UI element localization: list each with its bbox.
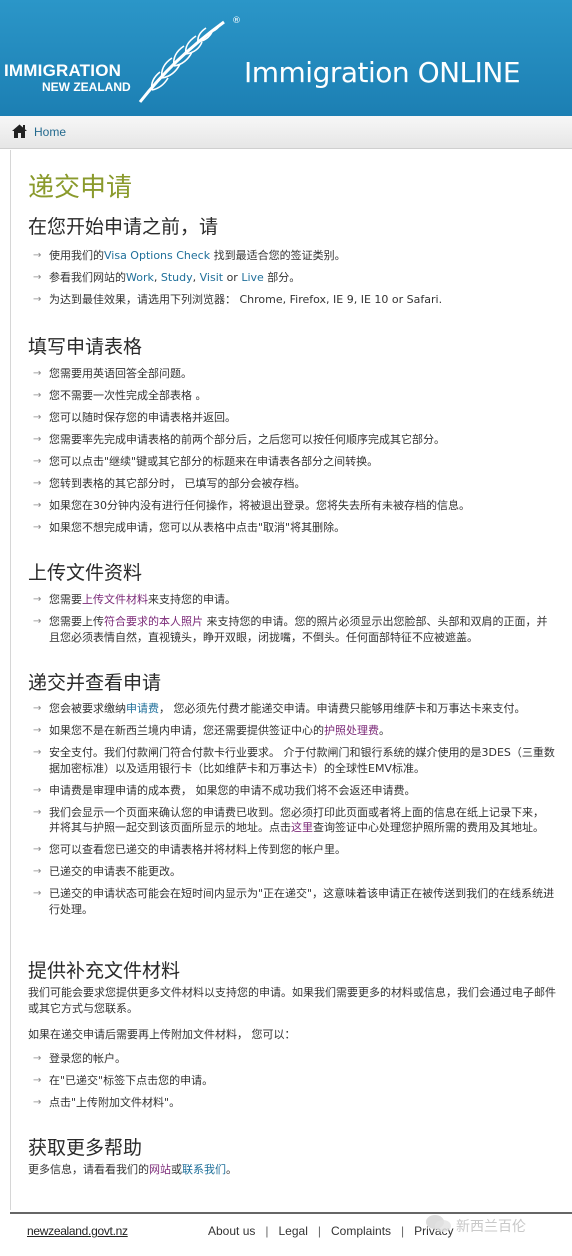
list-item: 您可以点击"继续"键或其它部分的标题来在申请表各部分之间转换。 <box>33 454 555 470</box>
list-item: 您需要上传符合要求的本人照片 来支持您的申请。您的照片必须显示出您脸部、头部和双… <box>33 614 555 645</box>
text: , <box>153 271 161 284</box>
breadcrumb-home-link[interactable]: Home <box>34 125 66 139</box>
heading-supplementary-docs: 提供补充文件材料 <box>28 960 181 982</box>
text: 您需要上传 <box>49 615 104 628</box>
help-paragraph: 更多信息，请看看我们的网站或联系我们。 <box>28 1162 558 1178</box>
list-item: 我们会显示一个页面来确认您的申请费已收到。您必须打印此页面或者将上面的信息在纸上… <box>33 805 555 836</box>
breadcrumb: Home <box>0 116 572 149</box>
text: 如果您不是在新西兰境内申请，您还需要提供签证中心的 <box>49 724 324 737</box>
contact-us-link[interactable]: 联系我们 <box>182 1163 226 1176</box>
list-item: 如果您不想完成申请，您可以从表格中点击"取消"将其删除。 <box>33 520 555 536</box>
work-link[interactable]: Work <box>126 271 154 284</box>
list-item: 如果您在30分钟内没有进行任何操作，将被退出登录。您将失去所有未被存档的信息。 <box>33 498 555 514</box>
main-content: 递交申请 在您开始申请之前，请 使用我们的Visa Options Check … <box>10 150 571 1210</box>
heading-more-help: 获取更多帮助 <box>28 1137 143 1159</box>
footer-complaints-link[interactable]: Complaints <box>331 1224 391 1238</box>
text: 部分。 <box>263 271 301 284</box>
list-item: 参看我们网站的Work, Study, Visit or Live 部分。 <box>33 270 555 286</box>
text: or <box>223 271 242 284</box>
list-item: 登录您的帐户。 <box>33 1051 555 1067</box>
text: 。 <box>226 1163 237 1176</box>
list-item: 您需要上传文件材料来支持您的申请。 <box>33 592 555 608</box>
site-title: Immigration ONLINE <box>244 56 521 89</box>
heading-fill-form: 填写申请表格 <box>28 336 143 358</box>
text: 或 <box>171 1163 182 1176</box>
list-item: 为达到最佳效果，请选用下列浏览器： Chrome, Firefox, IE 9,… <box>33 292 555 308</box>
passport-fee-link[interactable]: 护照处理费 <box>324 724 379 737</box>
supplementary-paragraph-2: 如果在递交申请后需要再上传附加文件材料， 您可以： <box>28 1028 296 1041</box>
wechat-watermark-icon <box>426 1215 451 1232</box>
footer-separator: | <box>265 1224 269 1238</box>
list-item: 您转到表格的其它部分时， 已填写的部分会被存档。 <box>33 476 555 492</box>
text: ， 您必须先付费才能递交申请。申请费只能够用维萨卡和万事达卡来支付。 <box>159 702 526 715</box>
text: 您会被要求缴纳 <box>49 702 126 715</box>
text: 您需要 <box>49 593 82 606</box>
list-item: 您需要率先完成申请表格的前两个部分后，之后您可以按任何顺序完成其它部分。 <box>33 432 555 448</box>
newzealand-govt-logo[interactable]: newzealand.govt.nz <box>27 1224 128 1238</box>
list-upload-documents: 您需要上传文件材料来支持您的申请。 您需要上传符合要求的本人照片 来支持您的申请… <box>33 592 555 652</box>
upload-documents-link[interactable]: 上传文件材料 <box>82 593 148 606</box>
visit-link[interactable]: Visit <box>200 271 223 284</box>
visa-options-check-link[interactable]: Visa Options Check <box>104 249 210 262</box>
list-supplementary-steps: 登录您的帐户。 在"已递交"标签下点击您的申请。 点击"上传附加文件材料"。 <box>33 1051 555 1117</box>
list-item: 使用我们的Visa Options Check 找到最适合您的签证类别。 <box>33 248 555 264</box>
here-link[interactable]: 这里 <box>291 821 313 834</box>
list-item: 点击"上传附加文件材料"。 <box>33 1095 555 1111</box>
watermark-label: 新西兰百伦 <box>456 1219 526 1235</box>
footer-links: About us | Legal | Complaints | Privacy <box>208 1224 454 1238</box>
photo-requirements-link[interactable]: 符合要求的本人照片 <box>104 615 203 628</box>
silver-fern-icon <box>138 20 225 103</box>
site-header: ® IMMIGRATION NEW ZEALAND Immigration ON… <box>0 0 572 116</box>
list-fill-form: 您需要用英语回答全部问题。 您不需要一次性完成全部表格 。 您可以随时保存您的申… <box>33 366 555 542</box>
immigration-nz-logo[interactable]: ® IMMIGRATION NEW ZEALAND <box>0 14 241 106</box>
list-item: 您不需要一次性完成全部表格 。 <box>33 388 555 404</box>
list-item: 您需要用英语回答全部问题。 <box>33 366 555 382</box>
list-item: 您会被要求缴纳申请费， 您必须先付费才能递交申请。申请费只能够用维萨卡和万事达卡… <box>33 701 555 717</box>
footer-separator: | <box>317 1224 321 1238</box>
heading-before-you-start: 在您开始申请之前，请 <box>28 216 219 238</box>
logo-text-immigration: IMMIGRATION <box>4 61 122 80</box>
text: 参看我们网站的 <box>49 271 126 284</box>
list-item: 如果您不是在新西兰境内申请，您还需要提供签证中心的护照处理费。 <box>33 723 555 739</box>
live-link[interactable]: Live <box>241 271 263 284</box>
registered-mark: ® <box>232 16 241 26</box>
list-item: 已递交的申请表不能更改。 <box>33 864 555 880</box>
website-link[interactable]: 网站 <box>149 1163 171 1176</box>
page-title: 递交申请 <box>28 173 133 203</box>
watermark-text: 新西兰百伦 <box>456 1216 572 1240</box>
footer-legal-link[interactable]: Legal <box>279 1224 308 1238</box>
text: 来支持您的申请。 <box>148 593 236 606</box>
text: 。 <box>379 724 390 737</box>
application-fee-link[interactable]: 申请费 <box>126 702 159 715</box>
list-submit-view: 您会被要求缴纳申请费， 您必须先付费才能递交申请。申请费只能够用维萨卡和万事达卡… <box>33 701 555 924</box>
list-item: 安全支付。我们付款闸门符合付款卡行业要求。 介于付款闸门和银行系统的媒介使用的是… <box>33 745 555 776</box>
list-item: 申请费是审理申请的成本费， 如果您的申请不成功我们将不会返还申请费。 <box>33 783 555 799</box>
text: 找到最适合您的签证类别。 <box>210 249 346 262</box>
list-item: 您可以查看您已递交的申请表格并将材料上传到您的帐户里。 <box>33 842 555 858</box>
list-item: 已递交的申请状态可能会在短时间内显示为"正在递交"，这意味着该申请正在被传送到我… <box>33 886 555 917</box>
footer-about-us-link[interactable]: About us <box>208 1224 255 1238</box>
text: 更多信息，请看看我们的 <box>28 1163 149 1176</box>
heading-submit-view: 递交并查看申请 <box>28 672 162 694</box>
logo-text-new-zealand: NEW ZEALAND <box>42 80 131 94</box>
footer-separator: | <box>401 1224 405 1238</box>
supplementary-paragraph-1: 我们可能会要求您提供更多文件材料以支持您的申请。如果我们需要更多的材料或信息，我… <box>28 986 556 1015</box>
text: 使用我们的 <box>49 249 104 262</box>
home-icon[interactable] <box>11 123 28 139</box>
list-before-you-start: 使用我们的Visa Options Check 找到最适合您的签证类别。 参看我… <box>33 248 555 314</box>
text: , <box>192 271 200 284</box>
study-link[interactable]: Study <box>161 271 193 284</box>
list-item: 您可以随时保存您的申请表格并返回。 <box>33 410 555 426</box>
heading-upload-documents: 上传文件资料 <box>28 562 143 584</box>
text: 查询签证中心处理您护照所需的费用及其地址。 <box>313 821 544 834</box>
list-item: 在"已递交"标签下点击您的申请。 <box>33 1073 555 1089</box>
